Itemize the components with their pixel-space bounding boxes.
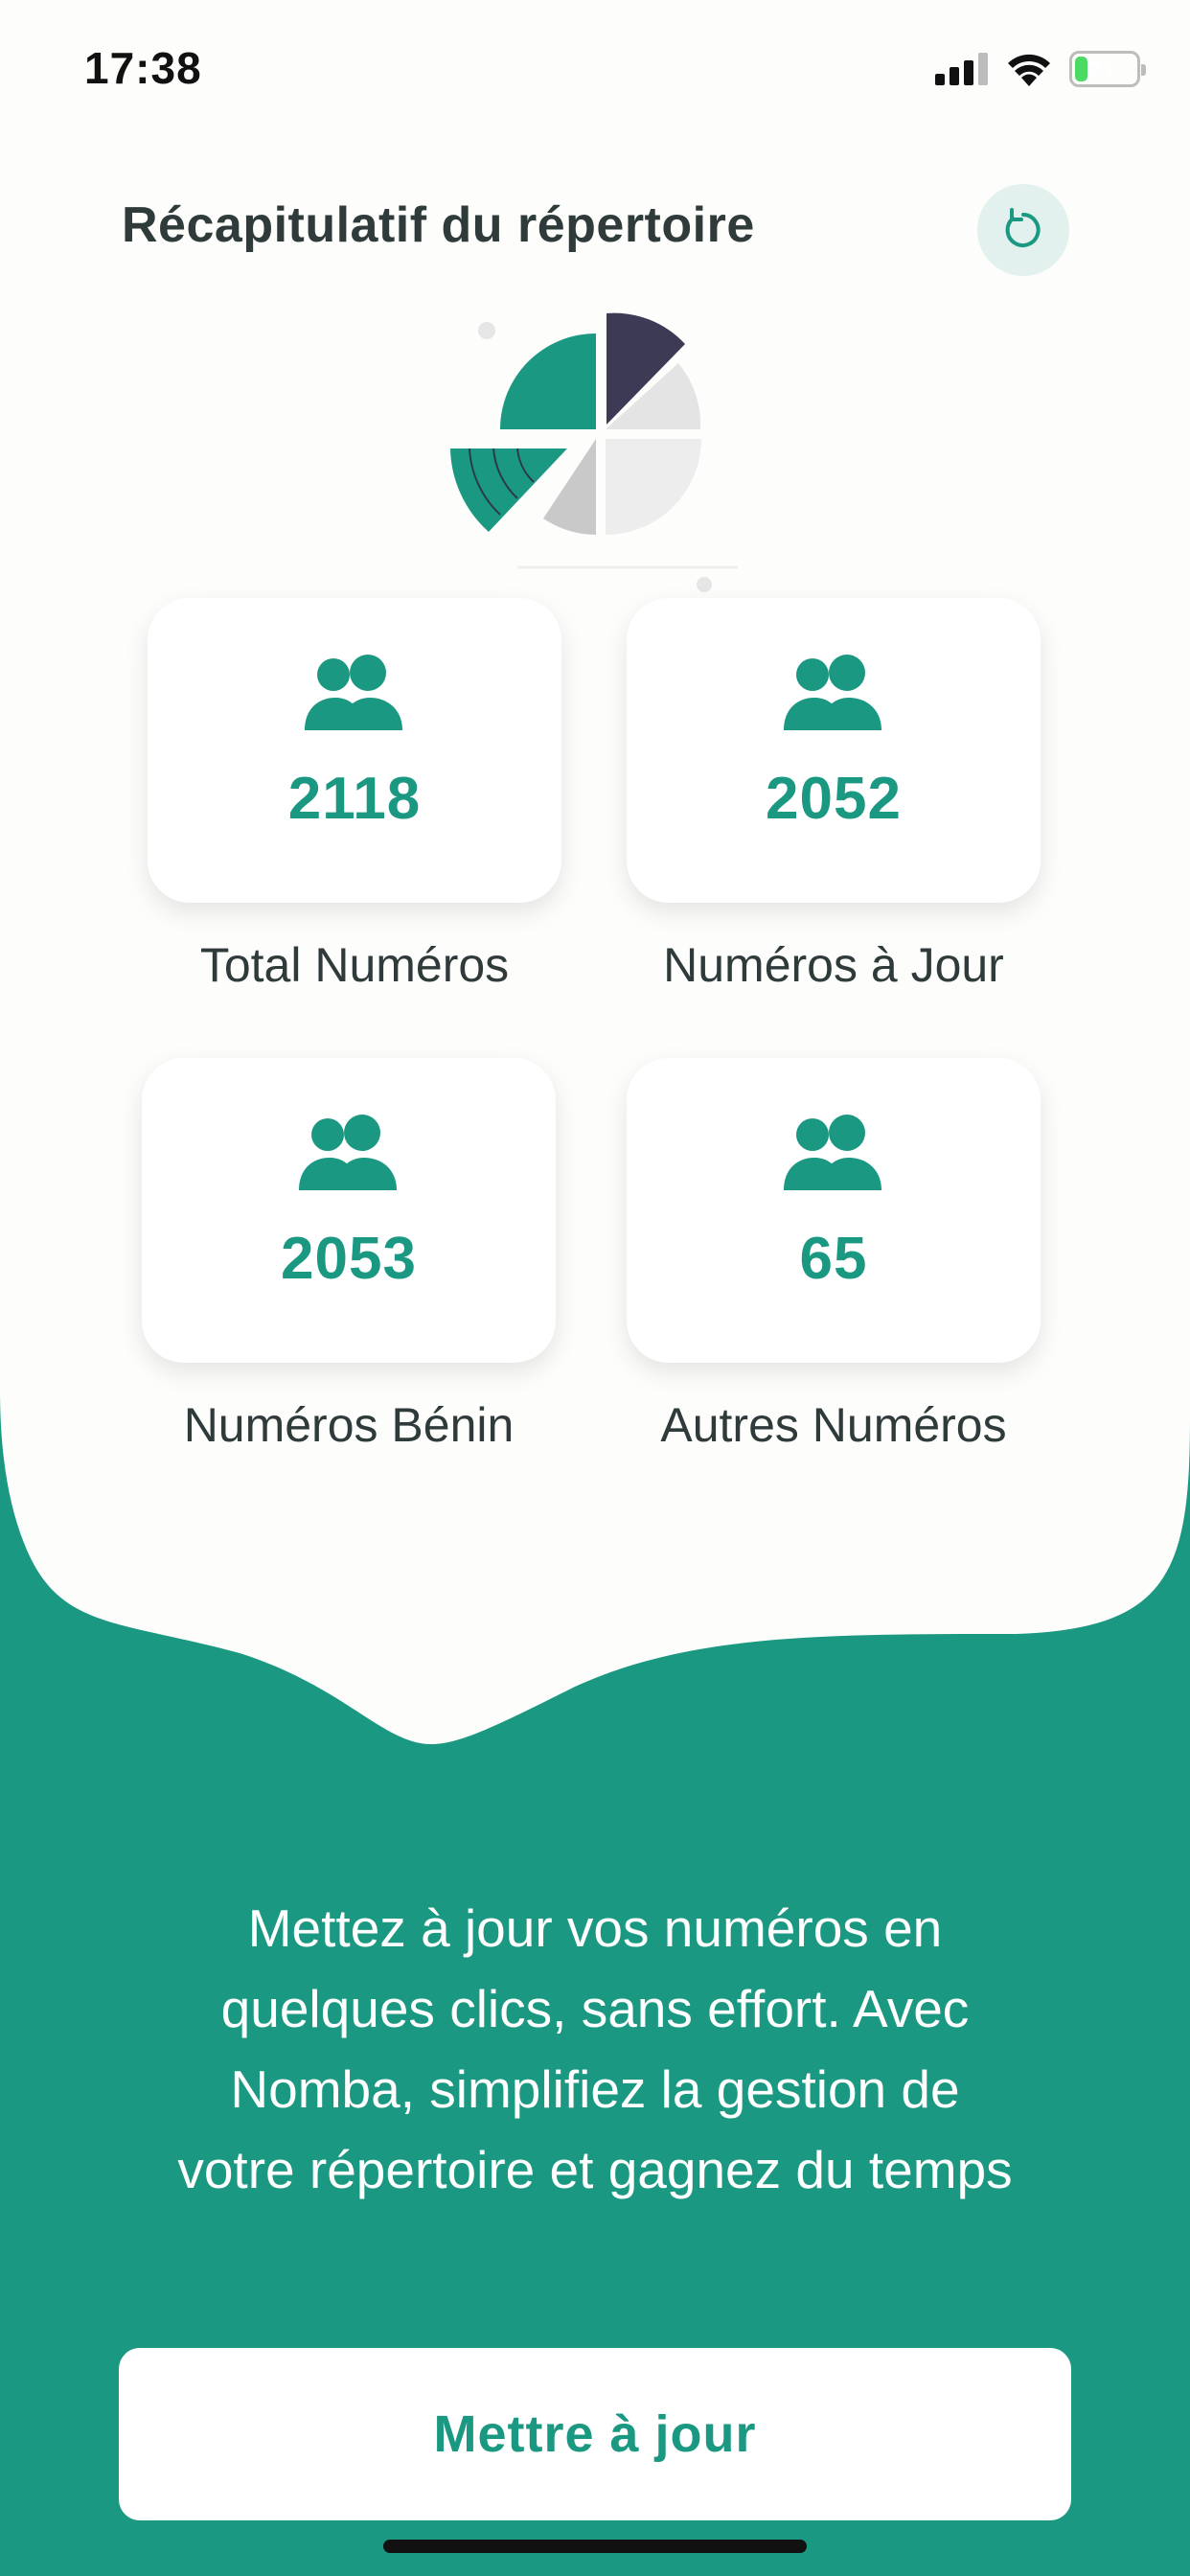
pie-illustration bbox=[450, 312, 738, 592]
users-icon bbox=[305, 655, 402, 730]
battery-charging-icon: 21 bbox=[1069, 51, 1146, 87]
description-line: Mettez à jour vos numéros en bbox=[247, 1898, 943, 1958]
wifi-icon bbox=[1008, 54, 1050, 86]
description-line: quelques clics, sans effort. Avec bbox=[220, 1979, 970, 2038]
battery-level: 21 bbox=[1087, 54, 1116, 83]
description-text: Mettez à jour vos numéros en quelques cl… bbox=[38, 1888, 1152, 2210]
stat-value: 2053 bbox=[281, 1226, 417, 1292]
stat-label: Numéros Bénin bbox=[183, 1398, 515, 1452]
home-indicator[interactable] bbox=[383, 2540, 807, 2553]
stat-card-total: 2118 bbox=[148, 598, 561, 903]
stat-label: Total Numéros bbox=[199, 938, 510, 992]
refresh-icon bbox=[1005, 208, 1041, 247]
stat-card-up-to-date: 2052 bbox=[627, 598, 1041, 903]
update-button[interactable]: Mettre à jour bbox=[119, 2348, 1071, 2520]
page-title: Récapitulatif du répertoire bbox=[122, 197, 755, 253]
stat-value: 2118 bbox=[287, 766, 422, 832]
status-time: 17:38 bbox=[84, 43, 202, 93]
stat-card-benin: 2053 bbox=[142, 1058, 556, 1363]
stat-label: Autres Numéros bbox=[660, 1398, 1007, 1452]
status-icons: 21 bbox=[935, 50, 1146, 88]
status-bar: 17:38 21 bbox=[0, 0, 1190, 134]
stat-label: Numéros à Jour bbox=[663, 938, 1004, 992]
battery-cap bbox=[1141, 64, 1146, 76]
refresh-button[interactable] bbox=[977, 184, 1069, 276]
description-line: votre répertoire et gagnez du temps bbox=[177, 2140, 1013, 2199]
signal-icon bbox=[935, 53, 988, 85]
users-icon bbox=[784, 1115, 881, 1190]
stat-value: 65 bbox=[799, 1226, 868, 1292]
description-line: Nomba, simplifiez la gestion de bbox=[230, 2059, 960, 2119]
stat-card-others: 65 bbox=[627, 1058, 1041, 1363]
users-icon bbox=[299, 1115, 397, 1190]
users-icon bbox=[784, 655, 881, 730]
stat-value: 2052 bbox=[766, 766, 902, 832]
